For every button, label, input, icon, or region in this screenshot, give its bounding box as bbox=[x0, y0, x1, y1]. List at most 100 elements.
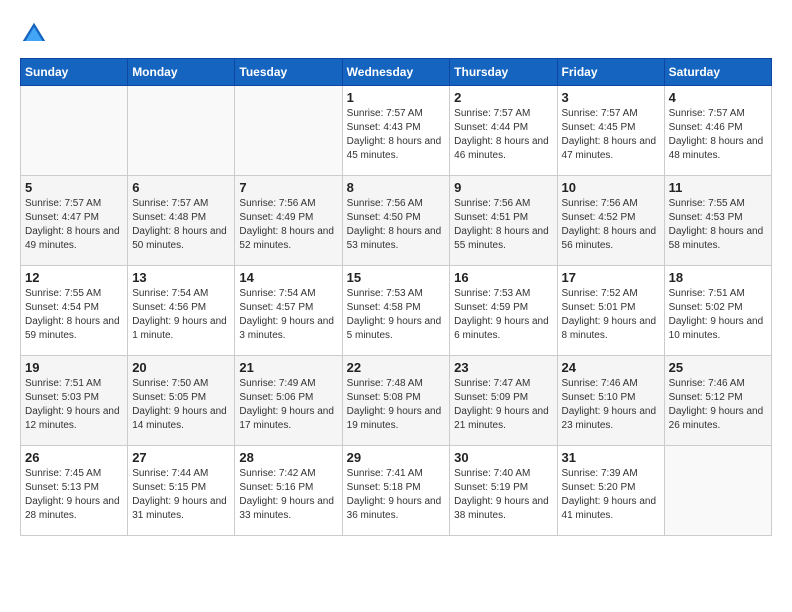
day-info: Sunrise: 7:49 AM Sunset: 5:06 PM Dayligh… bbox=[239, 377, 337, 433]
calendar-cell: 11 Sunrise: 7:55 AM Sunset: 4:53 PM Dayli… bbox=[664, 176, 771, 266]
day-number: 22 bbox=[347, 360, 446, 375]
calendar-cell: 22 Sunrise: 7:48 AM Sunset: 5:08 PM Dayli… bbox=[342, 356, 450, 446]
calendar-cell: 14 Sunrise: 7:54 AM Sunset: 4:57 PM Dayli… bbox=[235, 266, 342, 356]
calendar-cell: 3 Sunrise: 7:57 AM Sunset: 4:45 PM Daylig… bbox=[557, 86, 664, 176]
weekday-header: Saturday bbox=[664, 59, 771, 86]
day-number: 11 bbox=[669, 180, 767, 195]
calendar-header: SundayMondayTuesdayWednesdayThursdayFrid… bbox=[21, 59, 772, 86]
calendar-cell: 29 Sunrise: 7:41 AM Sunset: 5:18 PM Dayli… bbox=[342, 446, 450, 536]
calendar-cell bbox=[128, 86, 235, 176]
calendar-cell: 18 Sunrise: 7:51 AM Sunset: 5:02 PM Dayli… bbox=[664, 266, 771, 356]
day-number: 30 bbox=[454, 450, 552, 465]
day-info: Sunrise: 7:55 AM Sunset: 4:54 PM Dayligh… bbox=[25, 287, 123, 343]
weekday-header: Monday bbox=[128, 59, 235, 86]
day-number: 28 bbox=[239, 450, 337, 465]
day-info: Sunrise: 7:50 AM Sunset: 5:05 PM Dayligh… bbox=[132, 377, 230, 433]
day-info: Sunrise: 7:40 AM Sunset: 5:19 PM Dayligh… bbox=[454, 467, 552, 523]
day-number: 16 bbox=[454, 270, 552, 285]
calendar-cell: 7 Sunrise: 7:56 AM Sunset: 4:49 PM Daylig… bbox=[235, 176, 342, 266]
day-info: Sunrise: 7:42 AM Sunset: 5:16 PM Dayligh… bbox=[239, 467, 337, 523]
day-info: Sunrise: 7:56 AM Sunset: 4:49 PM Dayligh… bbox=[239, 197, 337, 253]
day-info: Sunrise: 7:53 AM Sunset: 4:59 PM Dayligh… bbox=[454, 287, 552, 343]
day-number: 26 bbox=[25, 450, 123, 465]
calendar-cell: 24 Sunrise: 7:46 AM Sunset: 5:10 PM Dayli… bbox=[557, 356, 664, 446]
day-info: Sunrise: 7:54 AM Sunset: 4:57 PM Dayligh… bbox=[239, 287, 337, 343]
calendar-cell: 5 Sunrise: 7:57 AM Sunset: 4:47 PM Daylig… bbox=[21, 176, 128, 266]
day-number: 19 bbox=[25, 360, 123, 375]
calendar-cell: 23 Sunrise: 7:47 AM Sunset: 5:09 PM Dayli… bbox=[450, 356, 557, 446]
calendar-cell: 15 Sunrise: 7:53 AM Sunset: 4:58 PM Dayli… bbox=[342, 266, 450, 356]
calendar-cell: 27 Sunrise: 7:44 AM Sunset: 5:15 PM Dayli… bbox=[128, 446, 235, 536]
day-number: 5 bbox=[25, 180, 123, 195]
day-info: Sunrise: 7:53 AM Sunset: 4:58 PM Dayligh… bbox=[347, 287, 446, 343]
day-info: Sunrise: 7:51 AM Sunset: 5:02 PM Dayligh… bbox=[669, 287, 767, 343]
day-number: 21 bbox=[239, 360, 337, 375]
day-number: 27 bbox=[132, 450, 230, 465]
day-number: 1 bbox=[347, 90, 446, 105]
day-number: 6 bbox=[132, 180, 230, 195]
calendar-cell: 16 Sunrise: 7:53 AM Sunset: 4:59 PM Dayli… bbox=[450, 266, 557, 356]
day-number: 29 bbox=[347, 450, 446, 465]
day-info: Sunrise: 7:51 AM Sunset: 5:03 PM Dayligh… bbox=[25, 377, 123, 433]
day-info: Sunrise: 7:56 AM Sunset: 4:51 PM Dayligh… bbox=[454, 197, 552, 253]
day-number: 9 bbox=[454, 180, 552, 195]
logo-icon bbox=[20, 20, 48, 48]
calendar-cell: 12Sunrise: 7:55 AM Sunset: 4:54 PM Dayli… bbox=[21, 266, 128, 356]
calendar-cell: 19 Sunrise: 7:51 AM Sunset: 5:03 PM Dayli… bbox=[21, 356, 128, 446]
calendar-cell bbox=[664, 446, 771, 536]
calendar-cell: 30 Sunrise: 7:40 AM Sunset: 5:19 PM Dayli… bbox=[450, 446, 557, 536]
calendar-cell: 13 Sunrise: 7:54 AM Sunset: 4:56 PM Dayli… bbox=[128, 266, 235, 356]
weekday-header: Wednesday bbox=[342, 59, 450, 86]
day-info: Sunrise: 7:47 AM Sunset: 5:09 PM Dayligh… bbox=[454, 377, 552, 433]
day-number: 25 bbox=[669, 360, 767, 375]
weekday-header: Thursday bbox=[450, 59, 557, 86]
day-number: 13 bbox=[132, 270, 230, 285]
day-number: 8 bbox=[347, 180, 446, 195]
day-info: Sunrise: 7:57 AM Sunset: 4:46 PM Dayligh… bbox=[669, 107, 767, 163]
calendar-cell: 20 Sunrise: 7:50 AM Sunset: 5:05 PM Dayli… bbox=[128, 356, 235, 446]
weekday-header: Friday bbox=[557, 59, 664, 86]
day-number: 17 bbox=[562, 270, 660, 285]
day-number: 3 bbox=[562, 90, 660, 105]
day-info: Sunrise: 7:52 AM Sunset: 5:01 PM Dayligh… bbox=[562, 287, 660, 343]
calendar-cell: 21 Sunrise: 7:49 AM Sunset: 5:06 PM Dayli… bbox=[235, 356, 342, 446]
day-number: 24 bbox=[562, 360, 660, 375]
day-info: Sunrise: 7:57 AM Sunset: 4:45 PM Dayligh… bbox=[562, 107, 660, 163]
calendar-cell: 6 Sunrise: 7:57 AM Sunset: 4:48 PM Daylig… bbox=[128, 176, 235, 266]
day-info: Sunrise: 7:57 AM Sunset: 4:47 PM Dayligh… bbox=[25, 197, 123, 253]
day-info: Sunrise: 7:57 AM Sunset: 4:44 PM Dayligh… bbox=[454, 107, 552, 163]
calendar-cell: 2 Sunrise: 7:57 AM Sunset: 4:44 PM Daylig… bbox=[450, 86, 557, 176]
day-number: 4 bbox=[669, 90, 767, 105]
calendar-cell: 1Sunrise: 7:57 AM Sunset: 4:43 PM Daylig… bbox=[342, 86, 450, 176]
calendar-cell: 17 Sunrise: 7:52 AM Sunset: 5:01 PM Dayli… bbox=[557, 266, 664, 356]
day-info: Sunrise: 7:48 AM Sunset: 5:08 PM Dayligh… bbox=[347, 377, 446, 433]
calendar-table: SundayMondayTuesdayWednesdayThursdayFrid… bbox=[20, 58, 772, 536]
day-info: Sunrise: 7:45 AM Sunset: 5:13 PM Dayligh… bbox=[25, 467, 123, 523]
day-info: Sunrise: 7:57 AM Sunset: 4:48 PM Dayligh… bbox=[132, 197, 230, 253]
page-header bbox=[20, 20, 772, 48]
day-number: 18 bbox=[669, 270, 767, 285]
day-info: Sunrise: 7:55 AM Sunset: 4:53 PM Dayligh… bbox=[669, 197, 767, 253]
day-info: Sunrise: 7:46 AM Sunset: 5:10 PM Dayligh… bbox=[562, 377, 660, 433]
calendar-cell: 4 Sunrise: 7:57 AM Sunset: 4:46 PM Daylig… bbox=[664, 86, 771, 176]
calendar-cell bbox=[235, 86, 342, 176]
calendar-cell: 31Sunrise: 7:39 AM Sunset: 5:20 PM Dayli… bbox=[557, 446, 664, 536]
calendar-cell: 9 Sunrise: 7:56 AM Sunset: 4:51 PM Daylig… bbox=[450, 176, 557, 266]
day-number: 31 bbox=[562, 450, 660, 465]
day-number: 2 bbox=[454, 90, 552, 105]
day-info: Sunrise: 7:46 AM Sunset: 5:12 PM Dayligh… bbox=[669, 377, 767, 433]
calendar-cell: 8 Sunrise: 7:56 AM Sunset: 4:50 PM Daylig… bbox=[342, 176, 450, 266]
day-number: 14 bbox=[239, 270, 337, 285]
day-number: 23 bbox=[454, 360, 552, 375]
day-number: 7 bbox=[239, 180, 337, 195]
day-info: Sunrise: 7:41 AM Sunset: 5:18 PM Dayligh… bbox=[347, 467, 446, 523]
calendar-cell: 25 Sunrise: 7:46 AM Sunset: 5:12 PM Dayli… bbox=[664, 356, 771, 446]
day-info: Sunrise: 7:56 AM Sunset: 4:50 PM Dayligh… bbox=[347, 197, 446, 253]
day-info: Sunrise: 7:44 AM Sunset: 5:15 PM Dayligh… bbox=[132, 467, 230, 523]
weekday-header: Sunday bbox=[21, 59, 128, 86]
day-info: Sunrise: 7:54 AM Sunset: 4:56 PM Dayligh… bbox=[132, 287, 230, 343]
day-info: Sunrise: 7:56 AM Sunset: 4:52 PM Dayligh… bbox=[562, 197, 660, 253]
day-number: 15 bbox=[347, 270, 446, 285]
day-number: 20 bbox=[132, 360, 230, 375]
weekday-header: Tuesday bbox=[235, 59, 342, 86]
